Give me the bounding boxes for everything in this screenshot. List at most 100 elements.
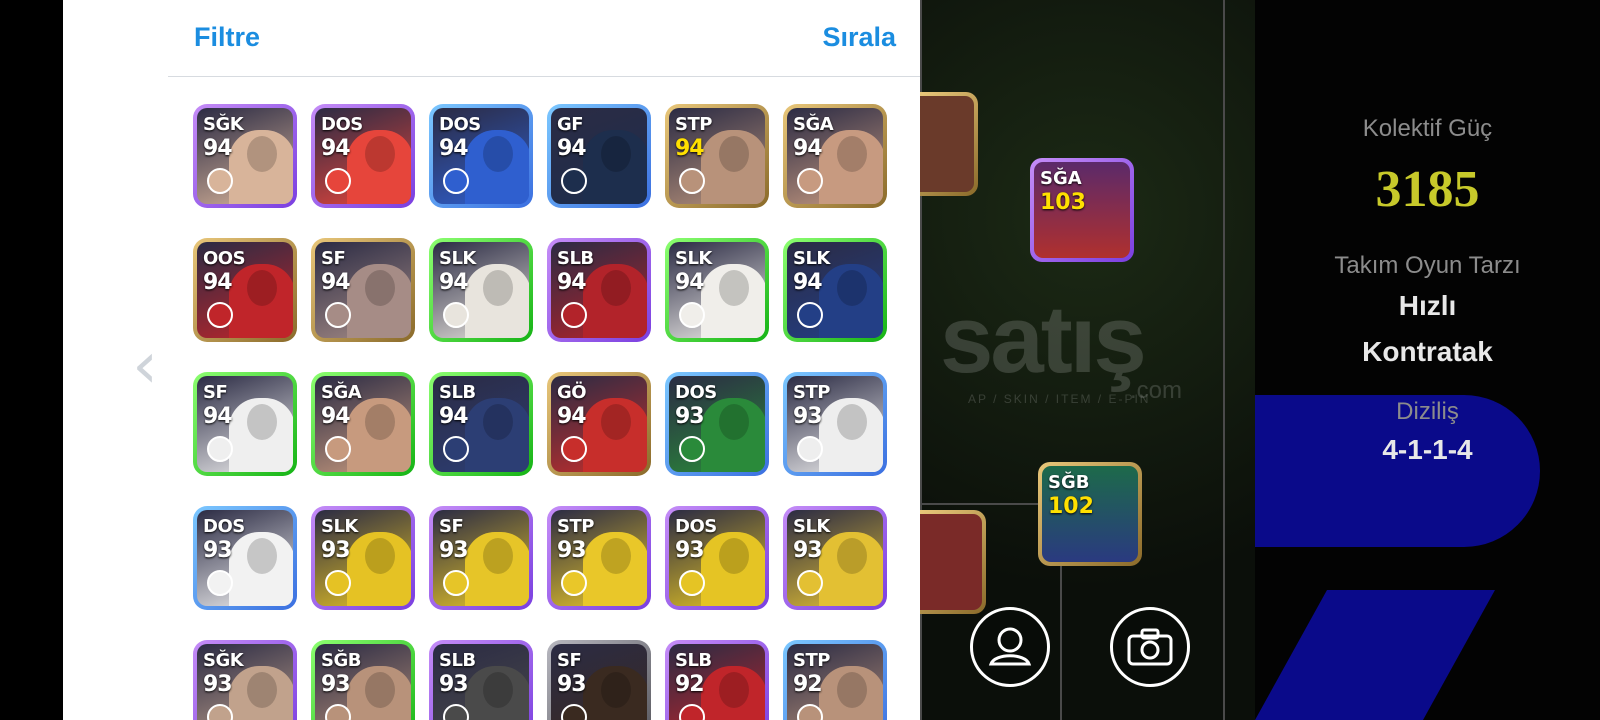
player-card[interactable]: DOS 93 (665, 372, 769, 476)
player-card[interactable]: SLK 93 (311, 506, 415, 610)
player-card[interactable]: SF 94 (311, 238, 415, 342)
card-rating: 102 (1048, 494, 1094, 519)
player-portrait (819, 398, 883, 472)
player-card[interactable]: SLB 93 (429, 640, 533, 720)
player-card[interactable]: SĞK 93 (193, 640, 297, 720)
list-header: Filtre Sırala (168, 0, 920, 77)
team-power-value: 3185 (1375, 161, 1480, 218)
player-portrait (819, 130, 883, 204)
player-card[interactable]: SĞA 94 (783, 104, 887, 208)
player-card[interactable]: DOS 94 (311, 104, 415, 208)
card-inner: SF 94 (315, 242, 411, 338)
card-inner: DOS 94 (315, 108, 411, 204)
camera-icon (1127, 628, 1173, 666)
player-card[interactable]: SLB 94 (547, 238, 651, 342)
card-rating: 94 (203, 404, 233, 429)
card-position: SLK (321, 516, 358, 537)
card-rating: 94 (321, 404, 351, 429)
player-card[interactable]: GÖ 94 (547, 372, 651, 476)
player-portrait (347, 264, 411, 338)
player-card[interactable]: DOS 93 (193, 506, 297, 610)
player-card[interactable]: SF 94 (193, 372, 297, 476)
card-rating: 93 (439, 538, 469, 563)
player-portrait (229, 532, 293, 606)
card-rating: 94 (203, 136, 233, 161)
card-inner: GÖ 94 (551, 376, 647, 472)
player-card[interactable]: STP 92 (783, 640, 887, 720)
card-inner: SĞB 93 (315, 644, 411, 720)
card-rating: 94 (793, 136, 823, 161)
card-inner: SF 94 (197, 376, 293, 472)
player-portrait (701, 532, 765, 606)
card-position: SF (321, 248, 346, 269)
player-card[interactable]: STP 93 (547, 506, 651, 610)
watermark-logo: satış AP / SKIN / ITEM / E-PIN .com (940, 292, 1200, 412)
card-position: STP (557, 516, 594, 537)
player-card[interactable]: SLB 92 (665, 640, 769, 720)
player-portrait (583, 398, 647, 472)
formation-label: Diziliş (1396, 398, 1459, 425)
player-card[interactable]: SF 93 (429, 506, 533, 610)
player-card[interactable]: SĞK 94 (193, 104, 297, 208)
card-rating: 93 (557, 672, 587, 697)
club-badge-icon (325, 436, 351, 462)
camera-button[interactable] (1110, 607, 1190, 687)
player-card[interactable]: SLK 94 (783, 238, 887, 342)
player-card[interactable]: SF 93 (547, 640, 651, 720)
player-card[interactable]: OOS 94 (193, 238, 297, 342)
sort-button[interactable]: Sırala (822, 22, 896, 53)
player-card[interactable]: SLK 94 (665, 238, 769, 342)
club-badge-icon (443, 302, 469, 328)
card-inner: DOS 93 (197, 510, 293, 606)
player-portrait (229, 130, 293, 204)
card-inner: SLK 94 (787, 242, 883, 338)
card-inner: SLB 92 (669, 644, 765, 720)
card-inner: SĞA 94 (315, 376, 411, 472)
player-card[interactable]: DOS 93 (665, 506, 769, 610)
player-portrait (229, 264, 293, 338)
player-portrait (465, 532, 529, 606)
pitch-player-card-partial[interactable] (920, 510, 986, 614)
player-card[interactable]: SĞB 93 (311, 640, 415, 720)
card-inner: SLB 94 (433, 376, 529, 472)
player-card[interactable]: SĞA 94 (311, 372, 415, 476)
card-position: SLB (675, 650, 712, 671)
player-card[interactable]: SLK 94 (429, 238, 533, 342)
profile-button[interactable] (970, 607, 1050, 687)
card-rating: 94 (439, 404, 469, 429)
club-badge-icon (679, 168, 705, 194)
card-rating: 94 (793, 270, 823, 295)
card-rating: 93 (321, 538, 351, 563)
card-position: STP (793, 382, 830, 403)
card-inner: SLK 93 (315, 510, 411, 606)
player-card[interactable]: SLK 93 (783, 506, 887, 610)
player-card[interactable]: STP 93 (783, 372, 887, 476)
prev-arrow-icon[interactable]: ‹ (130, 332, 160, 400)
card-inner: OOS 94 (197, 242, 293, 338)
card-inner: SLK 94 (669, 242, 765, 338)
pitch-player-card[interactable]: SĞA 103 (1030, 158, 1134, 262)
card-position: SĞB (1048, 472, 1090, 493)
pitch-player-card-partial[interactable] (920, 92, 978, 196)
club-badge-icon (797, 302, 823, 328)
player-card[interactable]: DOS 94 (429, 104, 533, 208)
card-position: SĞA (793, 114, 834, 135)
card-inner: DOS 93 (669, 376, 765, 472)
card-rating: 94 (439, 136, 469, 161)
player-portrait (347, 130, 411, 204)
card-inner: STP 94 (669, 108, 765, 204)
player-card[interactable]: SLB 94 (429, 372, 533, 476)
player-portrait (583, 130, 647, 204)
profile-icon (988, 627, 1032, 666)
card-inner: STP 92 (787, 644, 883, 720)
player-portrait (583, 532, 647, 606)
player-face (920, 514, 982, 610)
club-badge-icon (679, 302, 705, 328)
card-inner: STP 93 (787, 376, 883, 472)
player-card[interactable]: STP 94 (665, 104, 769, 208)
card-position: DOS (439, 114, 481, 135)
card-position: STP (675, 114, 712, 135)
filter-button[interactable]: Filtre (194, 22, 260, 53)
pitch-player-card[interactable]: SĞB 102 (1038, 462, 1142, 566)
player-card[interactable]: GF 94 (547, 104, 651, 208)
